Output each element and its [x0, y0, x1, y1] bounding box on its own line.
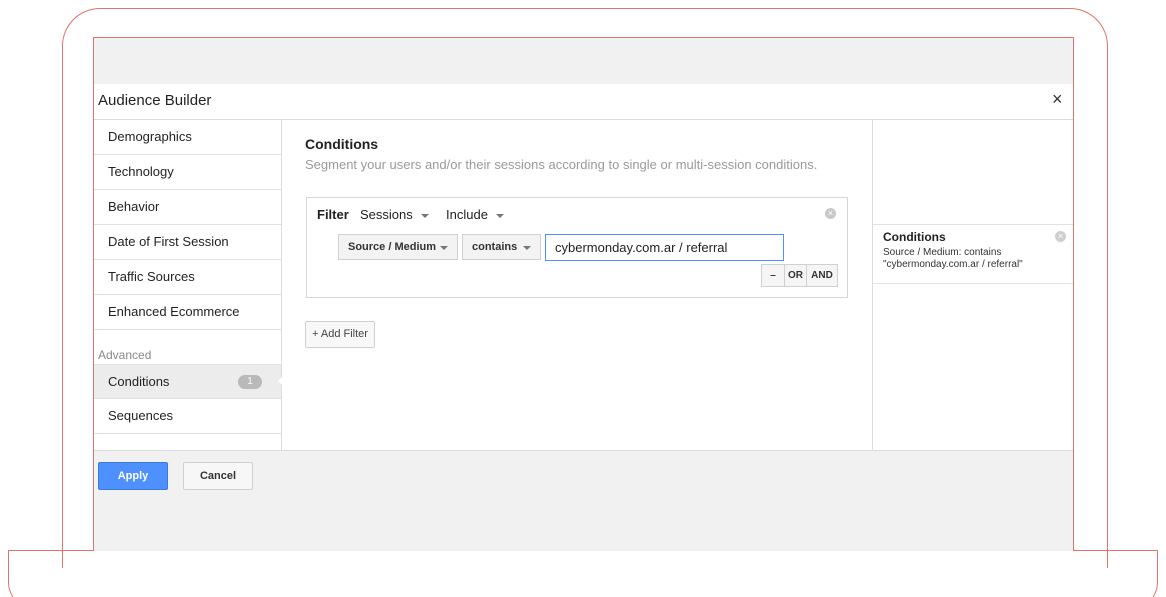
sidebar: Demographics Technology Behavior Date of… — [94, 120, 298, 450]
scope-dropdown-value: Sessions — [360, 207, 413, 222]
dialog-footer: Apply Cancel — [94, 450, 1073, 496]
remove-filter-icon[interactable]: × — [825, 208, 836, 219]
sidebar-item-demographics[interactable]: Demographics — [94, 120, 281, 155]
mode-dropdown[interactable]: Include — [446, 207, 504, 222]
scope-dropdown[interactable]: Sessions — [360, 207, 429, 222]
sidebar-item-conditions[interactable]: Conditions 1 — [94, 364, 298, 399]
audience-builder-dialog: Audience Builder × Demographics Technolo… — [94, 84, 1073, 496]
summary-card: Conditions Source / Medium: contains "cy… — [873, 224, 1073, 284]
close-icon[interactable]: × — [1052, 89, 1063, 110]
panel-subtitle: Segment your users and/or their sessions… — [305, 157, 818, 172]
conditions-panel: Conditions Segment your users and/or the… — [283, 120, 872, 450]
summary-panel: Conditions Source / Medium: contains "cy… — [872, 120, 1073, 450]
sidebar-item-traffic-sources[interactable]: Traffic Sources — [94, 260, 281, 295]
chevron-down-icon — [495, 213, 504, 218]
operator-select[interactable]: contains — [462, 234, 541, 260]
filter-box: Filter Sessions Include × Source / Mediu… — [306, 197, 848, 298]
or-button[interactable]: OR — [784, 264, 807, 287]
sidebar-item-enhanced-ecommerce[interactable]: Enhanced Ecommerce — [94, 295, 281, 330]
sidebar-item-technology[interactable]: Technology — [94, 155, 281, 190]
sidebar-item-behavior[interactable]: Behavior — [94, 190, 281, 225]
filter-label: Filter — [317, 207, 349, 222]
summary-title: Conditions — [883, 230, 946, 244]
condition-value-input[interactable] — [545, 234, 784, 261]
sidebar-section-advanced: Advanced — [98, 348, 152, 362]
chevron-down-icon — [523, 246, 531, 250]
operator-select-value: contains — [472, 241, 518, 253]
chevron-down-icon — [440, 246, 448, 250]
dialog-header: Audience Builder × — [94, 84, 1073, 120]
dimension-select[interactable]: Source / Medium — [338, 234, 458, 260]
add-filter-button[interactable]: + Add Filter — [305, 321, 375, 348]
summary-text: Source / Medium: contains "cybermonday.c… — [883, 247, 1023, 270]
panel-title: Conditions — [305, 136, 379, 152]
chevron-down-icon — [420, 213, 429, 218]
laptop-base — [8, 550, 1158, 597]
minus-button[interactable]: – — [761, 264, 785, 287]
sidebar-item-label: Conditions — [108, 374, 170, 389]
laptop-screen: Audience Builder × Demographics Technolo… — [93, 37, 1074, 551]
count-badge: 1 — [238, 375, 262, 389]
apply-button[interactable]: Apply — [98, 462, 168, 490]
remove-summary-icon[interactable]: × — [1055, 231, 1066, 242]
dimension-select-value: Source / Medium — [348, 241, 437, 253]
and-button[interactable]: AND — [806, 264, 838, 287]
sidebar-item-sequences[interactable]: Sequences — [94, 399, 281, 434]
dialog-title: Audience Builder — [98, 92, 212, 109]
cancel-button[interactable]: Cancel — [183, 462, 253, 490]
mode-dropdown-value: Include — [446, 207, 488, 222]
sidebar-item-date-of-first-session[interactable]: Date of First Session — [94, 225, 281, 260]
